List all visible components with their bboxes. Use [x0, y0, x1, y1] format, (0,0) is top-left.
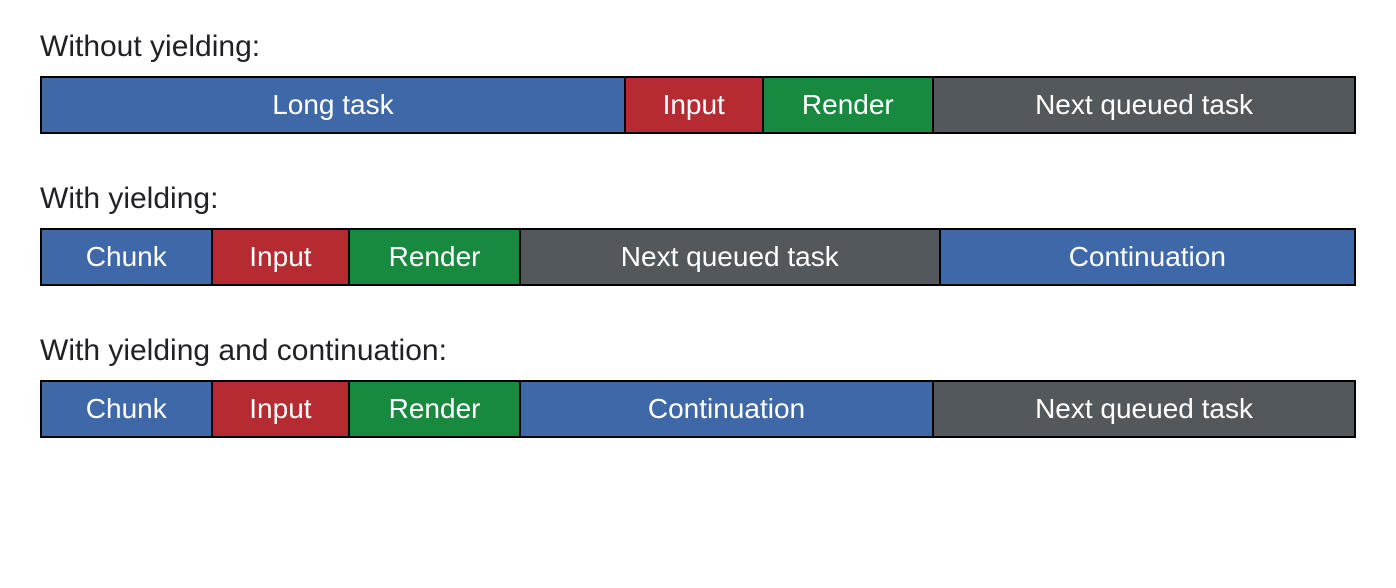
segment-input: Input: [626, 78, 764, 132]
segment-next-queued: Next queued task: [934, 382, 1354, 436]
timeline-bar: Chunk Input Render Continuation Next que…: [40, 380, 1356, 438]
timeline-bar: Long task Input Render Next queued task: [40, 76, 1356, 134]
section-without-yielding: Without yielding: Long task Input Render…: [40, 30, 1356, 134]
segment-next-queued: Next queued task: [934, 78, 1354, 132]
section-title: Without yielding:: [40, 30, 1356, 64]
section-title: With yielding:: [40, 182, 1356, 216]
segment-input: Input: [213, 382, 351, 436]
segment-continuation: Continuation: [521, 382, 934, 436]
segment-next-queued: Next queued task: [521, 230, 941, 284]
segment-input: Input: [213, 230, 351, 284]
section-with-yielding: With yielding: Chunk Input Render Next q…: [40, 182, 1356, 286]
segment-render: Render: [350, 382, 521, 436]
segment-render: Render: [764, 78, 935, 132]
segment-chunk: Chunk: [42, 382, 213, 436]
segment-long-task: Long task: [42, 78, 626, 132]
timeline-bar: Chunk Input Render Next queued task Cont…: [40, 228, 1356, 286]
section-title: With yielding and continuation:: [40, 334, 1356, 368]
segment-chunk: Chunk: [42, 230, 213, 284]
segment-continuation: Continuation: [941, 230, 1354, 284]
section-with-yielding-continuation: With yielding and continuation: Chunk In…: [40, 334, 1356, 438]
segment-render: Render: [350, 230, 521, 284]
